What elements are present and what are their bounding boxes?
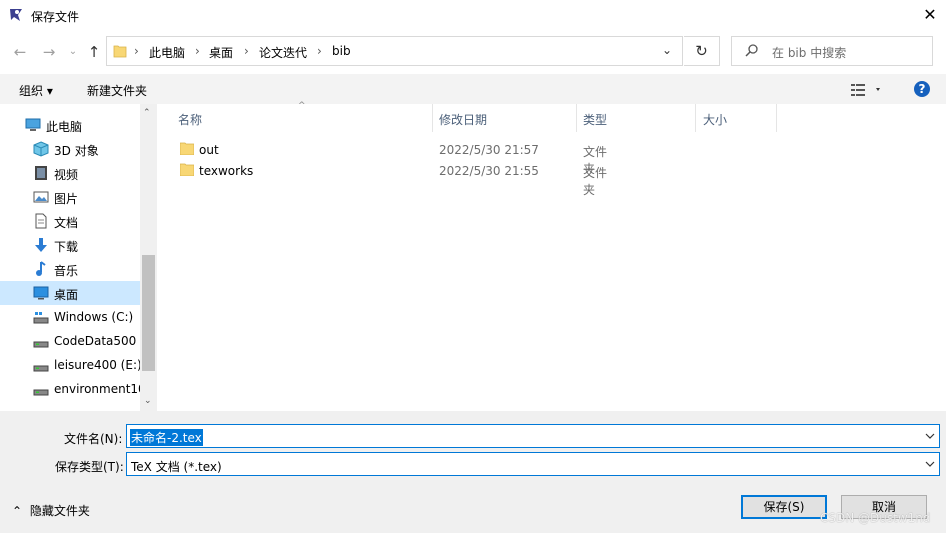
sidebar-item-label: 3D 对象 (54, 144, 99, 158)
forward-button[interactable]: → (38, 41, 60, 63)
breadcrumb-separator-icon[interactable]: › (317, 44, 322, 58)
image-icon (33, 191, 49, 203)
drive-icon (33, 365, 49, 372)
address-dropdown-chevron-icon[interactable]: ⌄ (662, 43, 672, 57)
title-bar (0, 0, 946, 31)
up-button[interactable]: ↑ (83, 41, 105, 63)
sidebar-item-downloads[interactable]: 下载 (0, 233, 140, 257)
computer-icon (25, 118, 41, 131)
breadcrumb-bib[interactable]: bib (332, 44, 351, 58)
sidebar-item-label: 音乐 (54, 264, 79, 278)
watermark: CSDN @Dustw1nd (820, 511, 931, 525)
column-divider[interactable] (576, 104, 577, 132)
download-icon (35, 238, 47, 252)
file-name: out (199, 143, 219, 157)
drive-icon (33, 341, 49, 348)
breadcrumb-paper-iteration[interactable]: 论文迭代 (259, 44, 307, 61)
video-icon (35, 166, 47, 180)
sort-ascending-icon: ^ (298, 101, 306, 111)
filename-value: 未命名-2.tex (130, 429, 203, 446)
sidebar-item-label: 桌面 (54, 288, 79, 302)
table-row[interactable]: out 2022/5/30 21:57 文件夹 (175, 139, 615, 176)
window-title: 保存文件 (31, 10, 80, 24)
search-placeholder: 在 bib 中搜索 (772, 46, 847, 60)
drive-icon (33, 389, 49, 396)
folder-icon (113, 45, 127, 58)
recent-locations-chevron-icon[interactable]: ⌄ (62, 41, 84, 63)
help-icon[interactable]: ? (914, 81, 930, 97)
column-divider[interactable] (776, 104, 777, 132)
filetype-label: 保存类型(T): (55, 460, 124, 474)
filetype-select[interactable]: TeX 文档 (*.tex) (126, 452, 940, 476)
scroll-down-icon[interactable]: ⌄ (144, 396, 152, 406)
sidebar-item-3d-objects[interactable]: 3D 对象 (0, 137, 140, 161)
sidebar-item-desktop[interactable]: 桌面 (0, 281, 140, 305)
chevron-down-icon[interactable] (925, 459, 935, 469)
document-icon (35, 213, 47, 229)
breadcrumb-this-pc[interactable]: 此电脑 (149, 44, 185, 61)
column-header-size[interactable]: 大小 (703, 111, 727, 128)
sidebar-item-label: 文档 (54, 216, 79, 230)
column-header-name[interactable]: 名称 (178, 111, 202, 128)
sidebar-item-label: CodeData500 ( (54, 334, 140, 348)
back-button[interactable]: ← (9, 41, 31, 63)
sidebar-item-label: 图片 (54, 192, 79, 206)
sidebar-item-label: Windows (C:) (54, 310, 134, 324)
file-date: 2022/5/30 21:57 (439, 143, 539, 157)
details-view-icon[interactable] (851, 83, 881, 97)
app-icon (10, 9, 22, 21)
filename-label: 文件名(N): (64, 432, 123, 446)
search-icon (745, 44, 758, 57)
cube-icon (33, 141, 49, 157)
hide-folders-toggle[interactable]: ⌃ 隐藏文件夹 (12, 502, 90, 519)
breadcrumb-separator-icon[interactable]: › (244, 44, 249, 58)
sidebar-item-label: 视频 (54, 168, 79, 182)
sidebar-item-leisure-drive[interactable]: leisure400 (E:) (0, 353, 140, 377)
filename-input[interactable]: 未命名-2.tex (126, 424, 940, 448)
desktop-icon (33, 286, 49, 300)
organize-menu-button[interactable]: 组织 ▾ (19, 82, 53, 99)
sidebar-item-environment-drive[interactable]: environment10 (0, 377, 140, 401)
sidebar-item-pictures[interactable]: 图片 (0, 185, 140, 209)
scrollbar-thumb[interactable] (142, 255, 155, 371)
scroll-up-icon[interactable]: ⌃ (143, 108, 151, 118)
breadcrumb-desktop[interactable]: 桌面 (209, 44, 233, 61)
sidebar-item-label: 下载 (54, 240, 79, 254)
music-icon (36, 261, 46, 276)
sidebar-item-music[interactable]: 音乐 (0, 257, 140, 281)
filetype-value: TeX 文档 (*.tex) (131, 460, 222, 474)
file-name: texworks (199, 164, 254, 178)
folder-icon (180, 142, 194, 155)
column-divider[interactable] (432, 104, 433, 132)
file-date: 2022/5/30 21:55 (439, 164, 539, 178)
column-header-type[interactable]: 类型 (583, 111, 607, 128)
sidebar-item-videos[interactable]: 视频 (0, 161, 140, 185)
hide-folders-label: 隐藏文件夹 (29, 504, 90, 518)
chevron-up-icon: ⌃ (12, 504, 23, 518)
sidebar-item-this-pc[interactable]: 此电脑 (0, 113, 140, 137)
sidebar-item-label: environment10 (54, 382, 140, 396)
column-divider[interactable] (695, 104, 696, 132)
breadcrumb-separator-icon[interactable]: › (134, 44, 139, 58)
sidebar-item-documents[interactable]: 文档 (0, 209, 140, 233)
folder-icon (180, 163, 194, 176)
table-row[interactable]: texworks 2022/5/30 21:55 文件夹 (175, 160, 615, 197)
sidebar-item-label: 此电脑 (46, 120, 83, 134)
breadcrumb-separator-icon[interactable]: › (195, 44, 200, 58)
chevron-down-icon[interactable] (925, 431, 935, 441)
close-icon[interactable]: ✕ (918, 4, 942, 26)
sidebar-item-drive-c[interactable]: Windows (C:) (0, 305, 140, 329)
save-button[interactable]: 保存(S) (741, 495, 827, 519)
file-type: 文件夹 (583, 166, 608, 197)
address-bar[interactable]: › 此电脑 › 桌面 › 论文迭代 › bib ⌄ (106, 36, 683, 66)
column-header-date[interactable]: 修改日期 (439, 111, 487, 128)
refresh-button[interactable]: ↻ (684, 36, 720, 66)
sidebar-item-label: leisure400 (E:) (54, 358, 140, 372)
drive-icon (33, 312, 49, 324)
new-folder-button[interactable]: 新建文件夹 (87, 82, 147, 99)
sidebar-item-codedata-drive[interactable]: CodeData500 ( (0, 329, 140, 353)
